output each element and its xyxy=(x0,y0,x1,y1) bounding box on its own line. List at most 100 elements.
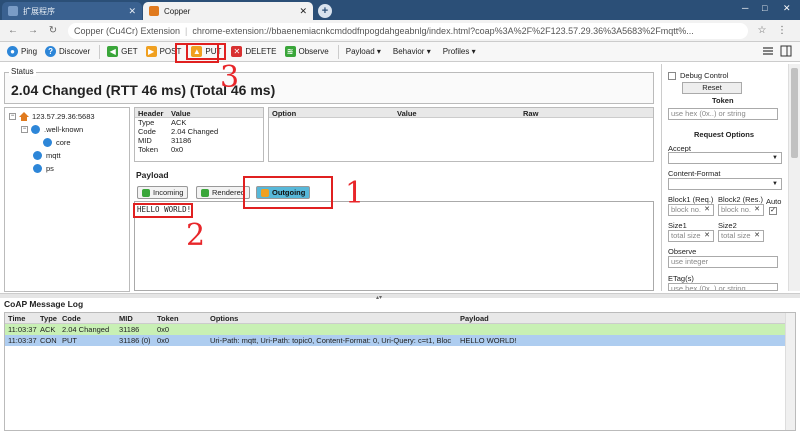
resource-icon xyxy=(33,164,42,173)
observe-input[interactable]: use integer xyxy=(668,256,778,268)
option-col-value: Value xyxy=(397,109,417,118)
forward-icon[interactable]: → xyxy=(26,25,40,36)
annotation-number-3: 3 xyxy=(220,60,240,95)
table-row: MID 31186 xyxy=(138,136,192,145)
log-title: CoAP Message Log xyxy=(4,299,84,309)
omnibox[interactable]: Copper (Cu4Cr) Extension | chrome-extens… xyxy=(68,22,748,39)
tab-extensions-label: 扩展程序 xyxy=(23,6,55,16)
payload-textarea[interactable]: HELLO WORLD! xyxy=(134,201,654,291)
log-col-token: Token xyxy=(157,314,179,323)
size1-label: Size1 xyxy=(668,221,687,230)
tree-node-root[interactable]: − 123.57.29.36:5683 xyxy=(9,112,95,121)
observe-button[interactable]: ≋ Observe xyxy=(282,44,332,60)
table-row[interactable]: 11:03:37 CON PUT 31186 (0) 0x0 Uri-Path:… xyxy=(5,335,795,346)
ping-icon: ● xyxy=(7,46,18,57)
tree-node-ps[interactable]: ps xyxy=(33,164,54,173)
table-row: Type ACK xyxy=(138,118,187,127)
log-scrollbar[interactable] xyxy=(785,313,795,430)
dropdown-arrow-icon: ▼ xyxy=(772,155,778,161)
incoming-icon xyxy=(142,188,150,197)
discover-icon: ? xyxy=(45,46,57,57)
dropdown-arrow-icon: ▼ xyxy=(772,181,778,187)
minimize-icon[interactable]: ─ xyxy=(742,3,748,13)
close-icon[interactable]: ✕ xyxy=(299,6,307,17)
observe-label: Observe xyxy=(668,247,697,256)
auto-checkbox[interactable]: ✓ xyxy=(769,207,777,215)
etag-input[interactable]: use hex (0x..) or string xyxy=(668,283,778,291)
block2-input[interactable]: block no. ✕ xyxy=(718,204,764,216)
address-bar: ← → ↻ Copper (Cu4Cr) Extension | chrome-… xyxy=(0,20,800,42)
content-format-select[interactable]: ▼ xyxy=(668,178,782,190)
window-close-icon[interactable]: ✕ xyxy=(783,3,791,14)
scrollbar-thumb[interactable] xyxy=(791,68,798,158)
discover-button[interactable]: ? Discover xyxy=(42,44,93,60)
annotation-number-2: 2 xyxy=(186,218,206,253)
url-text: chrome-extension://bbaenemiacnkcmdodfnpo… xyxy=(192,25,694,36)
payload-menu[interactable]: Payload ▾ xyxy=(343,44,384,60)
request-options-title: Request Options xyxy=(694,130,755,139)
size2-input[interactable]: total size ✕ xyxy=(718,230,764,242)
etag-label: ETag(s) xyxy=(668,274,694,283)
resource-icon xyxy=(43,138,52,147)
collapse-icon[interactable]: − xyxy=(21,126,28,133)
grip-icon[interactable]: ▴▾ xyxy=(370,294,388,301)
delete-icon: ✕ xyxy=(231,46,243,57)
ping-button[interactable]: ● Ping xyxy=(4,44,40,60)
log-col-payload: Payload xyxy=(460,314,489,323)
star-icon[interactable]: ☆ xyxy=(756,25,768,37)
block1-input[interactable]: block no. ✕ xyxy=(668,204,714,216)
tab-copper[interactable]: Copper ✕ xyxy=(143,2,313,20)
debug-control-label: Debug Control xyxy=(680,71,729,80)
content-format-label: Content-Format xyxy=(668,169,721,178)
home-icon xyxy=(19,112,29,121)
payload-title: Payload xyxy=(136,170,169,180)
tree-node-core[interactable]: core xyxy=(43,138,71,147)
table-row[interactable]: 11:03:37 ACK 2.04 Changed 31186 0x0 xyxy=(5,324,795,335)
size1-input[interactable]: total size ✕ xyxy=(668,230,714,242)
profiles-menu[interactable]: Profiles ▾ xyxy=(440,44,479,60)
clear-icon[interactable]: ✕ xyxy=(704,231,710,241)
get-icon: ◀ xyxy=(107,46,119,57)
resource-tree: − 123.57.29.36:5683 − .well-known core m… xyxy=(4,107,130,292)
extension-label: Copper (Cu4Cr) Extension xyxy=(74,25,181,36)
size2-label: Size2 xyxy=(718,221,737,230)
puzzle-icon xyxy=(8,6,18,16)
tab-extensions[interactable]: 扩展程序 ✕ xyxy=(2,2,142,20)
option-col-raw: Raw xyxy=(523,109,539,118)
clear-icon[interactable]: ✕ xyxy=(754,205,760,215)
maximize-icon[interactable]: □ xyxy=(762,3,767,13)
status-label: Status xyxy=(9,67,36,76)
reset-button[interactable]: Reset xyxy=(682,82,742,94)
clear-icon[interactable]: ✕ xyxy=(754,231,760,241)
clear-icon[interactable]: ✕ xyxy=(704,205,710,215)
tab-rendered[interactable]: Rendered xyxy=(196,186,250,199)
behavior-menu[interactable]: Behavior ▾ xyxy=(390,44,434,60)
log-col-type: Type xyxy=(40,314,57,323)
debug-control-checkbox[interactable] xyxy=(668,72,676,80)
block2-label: Block2 (Res.) xyxy=(718,195,764,204)
close-icon[interactable]: ✕ xyxy=(128,6,136,17)
accept-select[interactable]: ▼ xyxy=(668,152,782,164)
delete-button[interactable]: ✕ DELETE xyxy=(228,44,279,60)
annotation-number-1: 1 xyxy=(345,176,365,211)
new-tab-button[interactable]: + xyxy=(318,4,332,18)
panel-view-icon[interactable] xyxy=(780,45,792,57)
collapse-icon[interactable]: − xyxy=(9,113,16,120)
resource-icon xyxy=(31,125,40,134)
tree-node-mqtt[interactable]: mqtt xyxy=(33,151,61,160)
side-panel: Debug Control Reset Token use hex (0x..)… xyxy=(661,64,787,291)
side-panel-scrollbar[interactable] xyxy=(788,64,800,291)
get-button[interactable]: ◀ GET xyxy=(104,44,140,60)
back-icon[interactable]: ← xyxy=(6,25,20,36)
reload-icon[interactable]: ↻ xyxy=(46,25,60,36)
option-col-option: Option xyxy=(272,109,297,118)
menu-dots-icon[interactable]: ⋮ xyxy=(776,25,788,37)
token-input[interactable]: use hex (0x..) or string xyxy=(668,108,778,120)
log-col-code: Code xyxy=(62,314,81,323)
tab-incoming[interactable]: Incoming xyxy=(137,186,189,199)
copper-icon xyxy=(149,6,159,16)
panel-splitter[interactable]: ▴▾ xyxy=(0,293,800,301)
block1-label: Block1 (Req.) xyxy=(668,195,714,204)
tree-node-well-known[interactable]: − .well-known xyxy=(21,125,83,134)
list-view-icon[interactable] xyxy=(762,45,774,57)
